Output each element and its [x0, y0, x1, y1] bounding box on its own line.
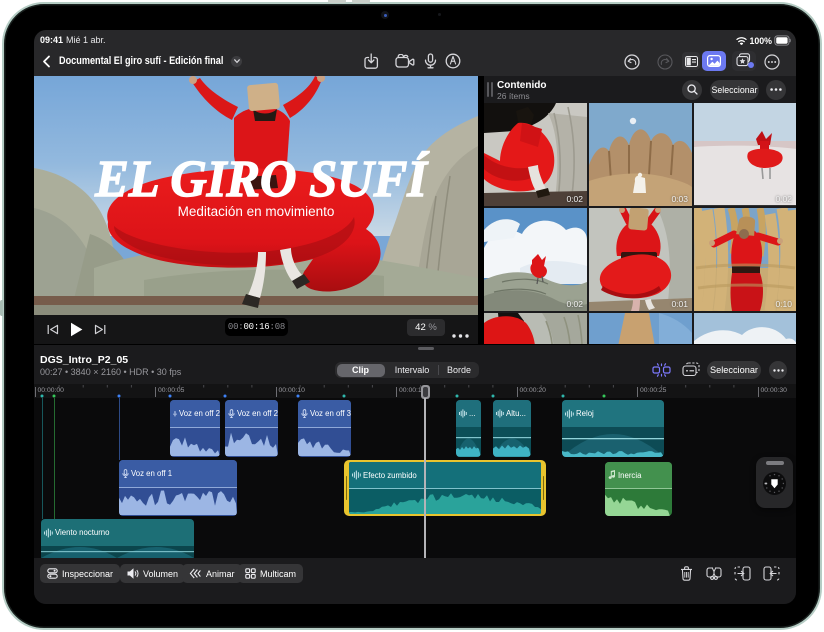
svg-text:100%: 100% — [750, 36, 773, 46]
